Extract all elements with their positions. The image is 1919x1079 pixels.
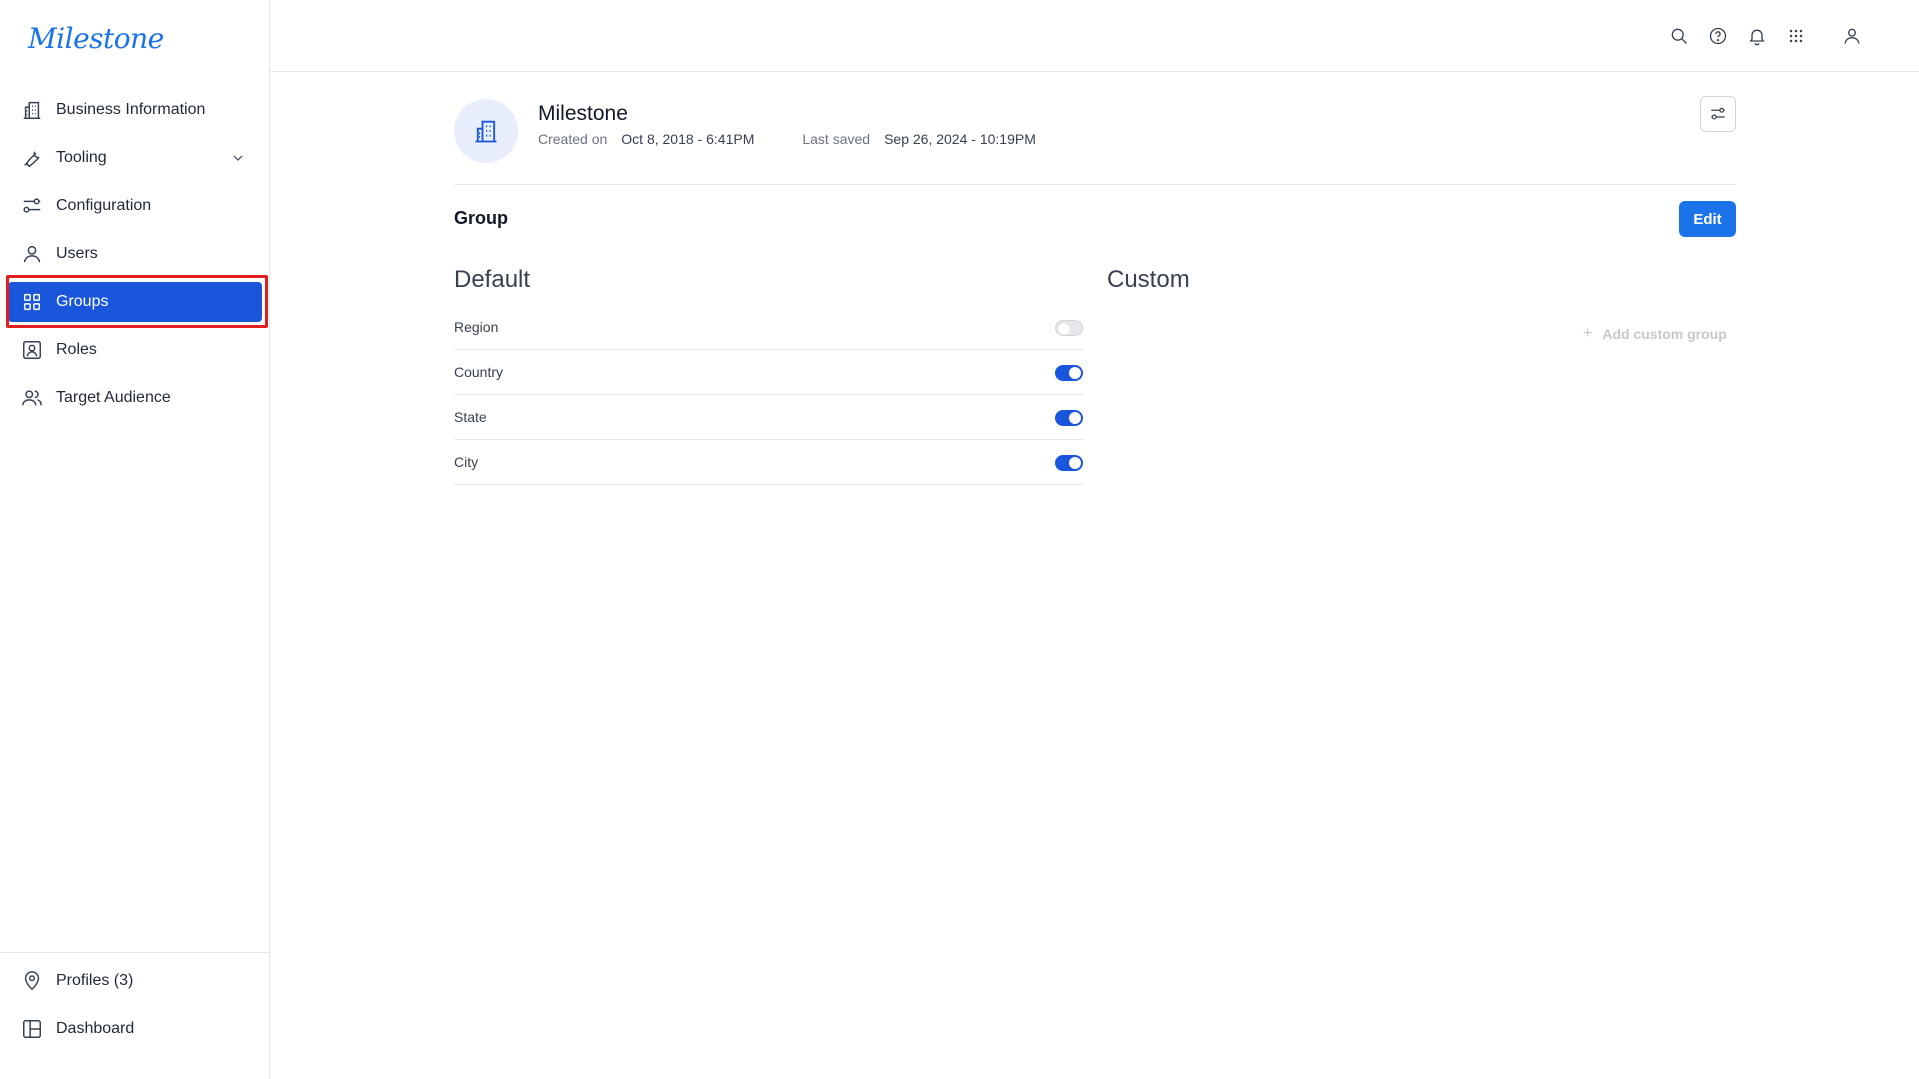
sidebar: Milestone Business Information Tooling C… bbox=[0, 0, 270, 1079]
apps-grid-icon[interactable] bbox=[1776, 24, 1815, 48]
list-item: City bbox=[454, 440, 1083, 485]
sidebar-item-tooling[interactable]: Tooling bbox=[8, 138, 262, 178]
sidebar-item-profiles[interactable]: Profiles (3) bbox=[8, 961, 262, 1001]
location-pin-icon bbox=[20, 969, 44, 993]
settings-button[interactable] bbox=[1700, 96, 1736, 132]
saved-value: Sep 26, 2024 - 10:19PM bbox=[884, 131, 1036, 147]
sidebar-item-label: Groups bbox=[56, 293, 109, 310]
sidebar-item-users[interactable]: Users bbox=[8, 234, 262, 274]
bell-icon[interactable] bbox=[1737, 24, 1776, 48]
list-item: Region bbox=[454, 305, 1083, 350]
avatar bbox=[454, 99, 518, 163]
saved-label: Last saved bbox=[802, 131, 871, 147]
sidebar-item-target-audience[interactable]: Target Audience bbox=[8, 378, 262, 418]
region-toggle[interactable] bbox=[1055, 320, 1083, 336]
wrench-icon bbox=[20, 146, 44, 170]
default-group-list: Region Country State City bbox=[454, 305, 1083, 485]
top-bar-actions bbox=[1659, 24, 1871, 48]
sidebar-item-groups[interactable]: Groups bbox=[8, 282, 262, 322]
country-toggle[interactable] bbox=[1055, 365, 1083, 381]
company-meta: Created on Oct 8, 2018 - 6:41PM Last saved… bbox=[538, 131, 1036, 147]
list-item: State bbox=[454, 395, 1083, 440]
sidebar-item-configuration[interactable]: Configuration bbox=[8, 186, 262, 226]
add-custom-group-button[interactable]: + Add custom group bbox=[1583, 325, 1727, 343]
sidebar-item-label: Business Information bbox=[56, 101, 206, 118]
sidebar-item-label: Target Audience bbox=[56, 389, 171, 406]
sidebar-item-roles[interactable]: Roles bbox=[8, 330, 262, 370]
users-icon bbox=[20, 386, 44, 410]
sidebar-item-dashboard[interactable]: Dashboard bbox=[8, 1009, 262, 1049]
grid-icon bbox=[20, 290, 44, 314]
sliders-icon bbox=[1711, 107, 1725, 120]
sidebar-bottom-nav: Profiles (3) Dashboard bbox=[0, 952, 270, 1057]
plus-icon: + bbox=[1583, 325, 1593, 342]
custom-column-title: Custom bbox=[1107, 266, 1190, 293]
edit-button[interactable]: Edit bbox=[1679, 201, 1736, 237]
section-title: Group bbox=[454, 208, 508, 228]
group-label-region: Region bbox=[454, 319, 499, 335]
layout-icon bbox=[20, 1017, 44, 1041]
search-icon[interactable] bbox=[1659, 24, 1698, 48]
sidebar-item-label: Tooling bbox=[56, 149, 107, 166]
add-custom-group-label: Add custom group bbox=[1602, 326, 1727, 342]
list-item: Country bbox=[454, 350, 1083, 395]
sidebar-item-label: Dashboard bbox=[56, 1020, 135, 1037]
state-toggle[interactable] bbox=[1055, 410, 1083, 426]
sliders-icon bbox=[20, 194, 44, 218]
city-toggle[interactable] bbox=[1055, 455, 1083, 471]
group-label-city: City bbox=[454, 454, 479, 470]
created-value: Oct 8, 2018 - 6:41PM bbox=[621, 131, 755, 147]
id-card-icon bbox=[20, 338, 44, 362]
chevron-down-icon[interactable] bbox=[230, 150, 246, 166]
app-logo[interactable]: Milestone bbox=[28, 22, 164, 55]
top-bar bbox=[270, 0, 1919, 72]
user-icon[interactable] bbox=[1832, 24, 1871, 48]
sidebar-item-business-information[interactable]: Business Information bbox=[8, 90, 262, 130]
company-header: Milestone Created on Oct 8, 2018 - 6:41PM… bbox=[454, 96, 1736, 185]
default-column-title: Default bbox=[454, 266, 531, 293]
building-icon bbox=[475, 120, 497, 143]
group-label-state: State bbox=[454, 409, 487, 425]
created-label: Created on bbox=[538, 131, 608, 147]
sidebar-item-label: Roles bbox=[56, 341, 97, 358]
sidebar-item-label: Profiles (3) bbox=[56, 972, 134, 989]
group-label-country: Country bbox=[454, 364, 504, 380]
user-icon bbox=[20, 242, 44, 266]
company-name: Milestone bbox=[538, 102, 628, 125]
building-icon bbox=[20, 98, 44, 122]
sidebar-item-label: Configuration bbox=[56, 197, 152, 214]
sidebar-item-label: Users bbox=[56, 245, 98, 262]
help-icon[interactable] bbox=[1698, 24, 1737, 48]
sidebar-nav: Business Information Tooling Configurati… bbox=[0, 90, 270, 426]
